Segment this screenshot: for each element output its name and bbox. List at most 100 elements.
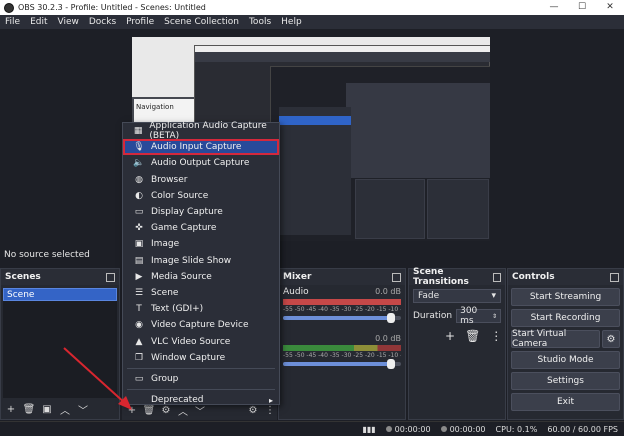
menu-item-text-gdi[interactable]: T Text (GDI+) <box>123 301 279 317</box>
slideshow-icon: ▤ <box>134 255 144 266</box>
start-recording-button[interactable]: Start Recording <box>511 309 620 327</box>
obs-logo-icon <box>4 2 14 13</box>
speaker-icon: 🔈 <box>133 158 145 169</box>
palette-icon: ◐ <box>135 190 143 201</box>
menu-item-color-source[interactable]: ◐ Color Source <box>123 188 279 204</box>
undock-icon[interactable] <box>392 272 401 282</box>
volume-meter <box>283 345 401 351</box>
menu-view[interactable]: View <box>53 17 84 27</box>
scene-transitions-dock: Scene Transitions Fade ▾ Duration 300 ms… <box>408 267 506 420</box>
gamepad-icon: ✜ <box>135 223 143 234</box>
microphone-icon: 🎙 <box>133 142 145 153</box>
menu-bar: File Edit View Docks Profile Scene Colle… <box>0 15 624 29</box>
start-streaming-button[interactable]: Start Streaming <box>511 288 620 306</box>
transitions-title: Scene Transitions <box>413 267 469 287</box>
transition-menu-icon[interactable]: ⋮ <box>490 329 502 343</box>
menu-help[interactable]: Help <box>276 17 307 27</box>
mixer-track: Audio 0.0 dB -55 -50 -45 -40 -35 -30 -25… <box>279 285 405 323</box>
spin-arrows-icon[interactable]: ⇕ <box>492 313 497 320</box>
title-bar: OBS 30.2.3 - Profile: Untitled - Scenes:… <box>0 0 624 15</box>
chevron-down-icon: ▾ <box>491 291 496 301</box>
menu-scene-collection[interactable]: Scene Collection <box>159 17 244 27</box>
menu-separator <box>127 389 275 390</box>
mixer-track: 0.0 dB -55 -50 -45 -40 -35 -30 -25 -20 -… <box>279 332 405 369</box>
menu-item-deprecated[interactable]: Deprecated ▸ <box>123 392 279 408</box>
globe-icon: ◍ <box>135 174 143 185</box>
meter-scale: -55 -50 -45 -40 -35 -30 -25 -20 -15 -10 … <box>283 306 401 313</box>
meter-scale: -55 -50 -45 -40 -35 -30 -25 -20 -15 -10 … <box>283 352 401 359</box>
volume-meter <box>283 299 401 305</box>
menu-item-media-source[interactable]: ▶ Media Source <box>123 269 279 285</box>
no-source-label: No source selected <box>4 250 90 260</box>
remove-scene-icon[interactable]: 🗑 <box>22 402 36 416</box>
menu-item-group[interactable]: ▭ Group <box>123 371 279 387</box>
menu-item-application-audio-capture[interactable]: ▦ Application Audio Capture (BETA) <box>123 121 279 141</box>
menu-item-window-capture[interactable]: ❐ Window Capture <box>123 350 279 366</box>
menu-edit[interactable]: Edit <box>25 17 52 27</box>
text-icon: T <box>136 304 142 315</box>
menu-item-scene[interactable]: ☰ Scene <box>123 285 279 301</box>
gear-icon[interactable]: ⚙ <box>602 330 620 348</box>
scene-filters-icon[interactable]: ▣ <box>40 402 54 416</box>
app-audio-icon: ▦ <box>133 126 143 137</box>
stream-status-icon <box>385 425 392 432</box>
chevron-right-icon: ▸ <box>268 395 273 405</box>
undock-icon[interactable] <box>610 272 619 282</box>
undock-icon[interactable] <box>492 272 501 282</box>
menu-item-image[interactable]: ▣ Image <box>123 236 279 252</box>
preview-nested-obs-inner <box>270 66 490 241</box>
maximize-icon[interactable]: ☐ <box>568 0 596 15</box>
duration-spinbox[interactable]: 300 ms ⇕ <box>456 306 501 326</box>
add-scene-icon[interactable]: + <box>4 402 18 416</box>
volume-slider[interactable] <box>283 313 401 323</box>
window-title: OBS 30.2.3 - Profile: Untitled - Scenes:… <box>18 3 206 12</box>
camera-icon: ◉ <box>135 320 143 331</box>
volume-slider-knob[interactable] <box>386 313 395 323</box>
network-icon: ▮▮▮ <box>362 424 376 434</box>
menu-item-image-slide-show[interactable]: ▤ Image Slide Show <box>123 253 279 269</box>
studio-mode-button[interactable]: Studio Mode <box>511 351 620 369</box>
menu-item-video-capture-device[interactable]: ◉ Video Capture Device <box>123 317 279 333</box>
controls-title: Controls <box>512 272 555 282</box>
preview-area: Navigation <box>0 29 624 244</box>
scenes-title: Scenes <box>5 272 41 282</box>
menu-file[interactable]: File <box>0 17 25 27</box>
menu-separator <box>127 367 275 369</box>
cpu-usage: CPU: 0.1% <box>495 424 538 434</box>
menu-item-browser[interactable]: ◍ Browser <box>123 172 279 188</box>
menu-tools[interactable]: Tools <box>244 17 276 27</box>
source-status-strip: No source selected <box>0 244 624 266</box>
exit-button[interactable]: Exit <box>511 393 620 411</box>
menu-item-vlc-video-source[interactable]: ▲ VLC Video Source <box>123 333 279 349</box>
add-transition-icon[interactable]: + <box>445 329 455 343</box>
undock-icon[interactable] <box>106 272 115 282</box>
volume-slider[interactable] <box>283 359 401 369</box>
menu-item-audio-output-capture[interactable]: 🔈 Audio Output Capture <box>123 155 279 171</box>
mixer-title: Mixer <box>283 272 312 282</box>
stream-time: 00:00:00 <box>394 424 431 434</box>
close-icon[interactable]: ✕ <box>596 0 624 15</box>
remove-transition-icon[interactable]: 🗑 <box>465 329 480 343</box>
scene-item[interactable]: Scene <box>3 288 117 301</box>
menu-item-display-capture[interactable]: ▭ Display Capture <box>123 204 279 220</box>
scene-icon: ☰ <box>134 287 144 298</box>
add-source-menu: ▦ Application Audio Capture (BETA) 🎙 Audio… <box>122 121 280 408</box>
settings-button[interactable]: Settings <box>511 372 620 390</box>
fps-readout: 60.00 / 60.00 FPS <box>547 424 618 434</box>
menu-item-audio-input-capture[interactable]: 🎙 Audio Input Capture <box>123 139 279 156</box>
duration-label: Duration <box>413 311 453 321</box>
status-bar: ▮▮▮ 00:00:00 00:00:00 CPU: 0.1% 60.00 / … <box>0 421 624 436</box>
menu-profile[interactable]: Profile <box>121 17 159 27</box>
volume-slider-knob[interactable] <box>386 359 395 369</box>
transition-select[interactable]: Fade ▾ <box>413 289 501 303</box>
menu-docks[interactable]: Docks <box>84 17 121 27</box>
mixer-dock: Mixer Audio 0.0 dB -55 -50 -45 -40 -35 -… <box>278 268 406 420</box>
track-db: 0.0 dB <box>375 334 401 343</box>
track-name: Audio <box>283 287 309 297</box>
record-status-icon <box>440 425 447 432</box>
record-time: 00:00:00 <box>449 424 486 434</box>
start-virtual-camera-button[interactable]: Start Virtual Camera <box>511 329 600 349</box>
menu-item-game-capture[interactable]: ✜ Game Capture <box>123 220 279 236</box>
play-icon: ▶ <box>135 271 143 282</box>
minimize-icon[interactable]: — <box>540 0 568 15</box>
